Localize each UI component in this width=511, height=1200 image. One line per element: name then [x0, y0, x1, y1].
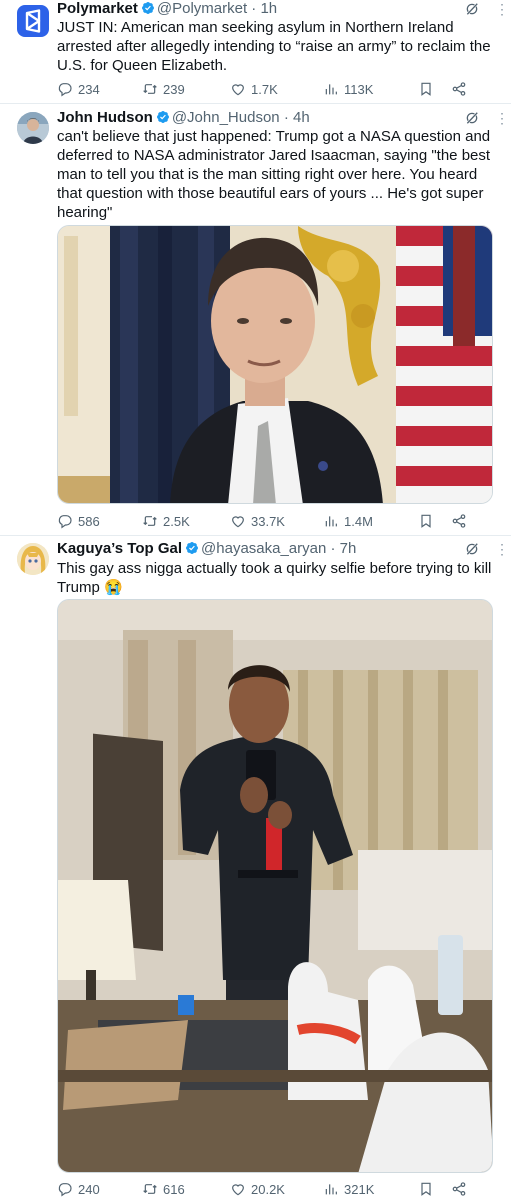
retweet-count: 2.5K [163, 513, 190, 529]
tweet-header: Polymarket @Polymarket · 1h [57, 0, 471, 18]
bookmark-icon [418, 513, 434, 529]
reply-button[interactable]: 234 [57, 81, 142, 97]
retweet-button[interactable]: 2.5K [142, 513, 230, 529]
bookmark-button[interactable] [418, 513, 451, 529]
tweet-text: can't believe that just happened: Trump … [57, 128, 491, 221]
bookmark-button[interactable] [418, 81, 451, 97]
like-icon [230, 1181, 246, 1197]
retweet-button[interactable]: 616 [142, 1181, 230, 1197]
views-icon [323, 1181, 339, 1197]
views-count: 1.4M [344, 513, 373, 529]
tweet-media-photo[interactable] [57, 225, 493, 504]
verified-badge-icon [156, 110, 170, 124]
views-button[interactable]: 113K [323, 81, 418, 97]
verified-badge-icon [185, 541, 199, 555]
tweet-actions: 234 239 1.7K 113K [57, 81, 489, 97]
like-count: 1.7K [251, 81, 278, 97]
retweet-count: 239 [163, 81, 185, 97]
avatar[interactable] [17, 112, 49, 144]
author-name[interactable]: Kaguya’s Top Gal [57, 540, 182, 557]
more-icon[interactable]: ⋮ [495, 542, 509, 556]
timestamp[interactable]: · 4h [284, 109, 310, 126]
avatar[interactable] [17, 5, 49, 37]
retweet-button[interactable]: 239 [142, 81, 230, 97]
bookmark-button[interactable] [418, 1181, 451, 1197]
retweet-count: 616 [163, 1181, 185, 1197]
tweet-text: This gay ass nigga actually took a quirk… [57, 560, 492, 596]
reply-icon [57, 513, 73, 529]
reply-icon [57, 81, 73, 97]
tweet-media-photo[interactable] [57, 599, 493, 1173]
tweet-actions: 586 2.5K 33.7K 1.4M [57, 513, 489, 529]
reply-count: 234 [78, 81, 100, 97]
tweet-kaguya[interactable]: Kaguya’s Top Gal @hayasaka_aryan · 7h ⋮ T… [0, 536, 511, 1200]
views-button[interactable]: 321K [323, 1181, 418, 1197]
views-icon [323, 81, 339, 97]
author-name[interactable]: Polymarket [57, 0, 138, 17]
like-icon [230, 81, 246, 97]
tweet-header: Kaguya’s Top Gal @hayasaka_aryan · 7h [57, 540, 471, 558]
bookmark-icon [418, 81, 434, 97]
share-icon [451, 513, 467, 529]
like-button[interactable]: 1.7K [230, 81, 323, 97]
tweet-top-icons: ⋮ [465, 111, 509, 125]
bookmark-icon [418, 1181, 434, 1197]
more-icon[interactable]: ⋮ [495, 111, 509, 125]
tweet-top-icons: ⋮ [465, 2, 509, 16]
retweet-icon [142, 513, 158, 529]
reply-count: 240 [78, 1181, 100, 1197]
timestamp[interactable]: · 1h [251, 0, 277, 17]
author-handle[interactable]: @John_Hudson [172, 109, 280, 126]
reply-button[interactable]: 586 [57, 513, 142, 529]
share-button[interactable] [451, 513, 469, 529]
photo-mirror-selfie [58, 600, 492, 1172]
grok-icon[interactable] [465, 542, 479, 556]
like-button[interactable]: 33.7K [230, 513, 323, 529]
more-icon[interactable]: ⋮ [495, 2, 509, 16]
tweet-header: John Hudson @John_Hudson · 4h [57, 109, 471, 127]
reply-button[interactable]: 240 [57, 1181, 142, 1197]
views-count: 113K [344, 81, 374, 97]
reply-icon [57, 1181, 73, 1197]
reply-count: 586 [78, 513, 100, 529]
share-button[interactable] [451, 1181, 469, 1197]
tweet-polymarket[interactable]: Polymarket @Polymarket · 1h ⋮ JUST IN: Am… [0, 0, 511, 104]
avatar[interactable] [17, 543, 49, 575]
like-count: 20.2K [251, 1181, 285, 1197]
avatar-anime [17, 543, 49, 575]
tweet-actions: 240 616 20.2K 321K [57, 1181, 489, 1197]
retweet-icon [142, 1181, 158, 1197]
views-icon [323, 513, 339, 529]
like-icon [230, 513, 246, 529]
share-button[interactable] [451, 81, 469, 97]
tweet-john-hudson[interactable]: John Hudson @John_Hudson · 4h ⋮ can't bel… [0, 104, 511, 536]
views-button[interactable]: 1.4M [323, 513, 418, 529]
like-count: 33.7K [251, 513, 285, 529]
author-handle[interactable]: @Polymarket [157, 0, 247, 17]
author-handle[interactable]: @hayasaka_aryan [201, 540, 326, 557]
verified-badge-icon [141, 1, 155, 15]
avatar-photo [17, 112, 49, 144]
share-icon [451, 81, 467, 97]
grok-icon[interactable] [465, 2, 479, 16]
like-button[interactable]: 20.2K [230, 1181, 323, 1197]
photo-man-in-suit [58, 226, 492, 503]
tweet-text: JUST IN: American man seeking asylum in … [57, 19, 491, 74]
share-icon [451, 1181, 467, 1197]
timestamp[interactable]: · 7h [331, 540, 357, 557]
polymarket-logo [25, 9, 41, 33]
retweet-icon [142, 81, 158, 97]
grok-icon[interactable] [465, 111, 479, 125]
tweet-top-icons: ⋮ [465, 542, 509, 556]
author-name[interactable]: John Hudson [57, 109, 153, 126]
views-count: 321K [344, 1181, 375, 1197]
